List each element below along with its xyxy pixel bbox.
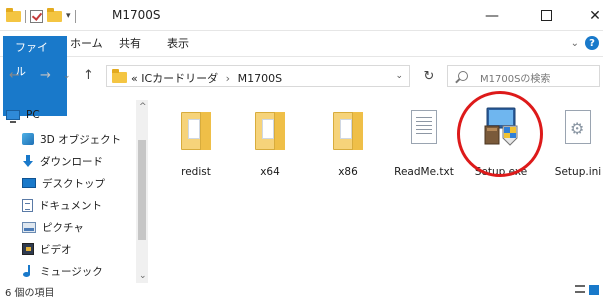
sidebar-item-label: ピクチャ (42, 221, 84, 234)
file-name: redist (181, 166, 211, 178)
maximize-button[interactable] (523, 0, 569, 31)
breadcrumb: « ICカードリーダ › M1700S (131, 70, 282, 86)
sidebar-item-label: PC (26, 109, 40, 121)
ribbon-tabs: ファイル ホーム 共有 表示 ⌄ ? (0, 32, 603, 116)
maximize-icon (540, 10, 552, 21)
text-document-icon (411, 110, 437, 144)
customize-quick-access-dropdown[interactable]: ▾ (66, 11, 71, 21)
file-item-setup-ini[interactable]: Setup.ini (546, 104, 603, 184)
tab-view[interactable]: 表示 (159, 32, 197, 56)
sidebar-item-label: 3D オブジェクト (40, 133, 122, 146)
settings-file-icon (565, 110, 591, 144)
breadcrumb-overflow[interactable]: « (131, 72, 138, 85)
file-item-setup-exe[interactable]: Setup.exe (469, 104, 533, 184)
sidebar-item-music[interactable]: ミュージック (22, 262, 103, 280)
sidebar-item-videos[interactable]: ビデオ (22, 240, 72, 258)
navigation-pane: PC 3D オブジェクト ダウンロード デスクトップ ドキュメント ピクチャ ビ… (0, 100, 148, 283)
navigation-bar: ← → ⌄ ↑ « ICカードリーダ › M1700S ⌄ ↻ M1700Sの検… (0, 58, 603, 94)
file-name: x86 (338, 166, 358, 178)
expand-ribbon-icon[interactable]: ⌄ (571, 38, 579, 49)
tab-home[interactable]: ホーム (62, 32, 111, 56)
installer-icon (484, 107, 518, 146)
tab-share[interactable]: 共有 (111, 32, 149, 56)
search-icon (458, 71, 468, 81)
3d-objects-icon (22, 133, 34, 145)
file-name: x64 (260, 166, 280, 178)
minimize-icon: — (485, 7, 499, 24)
quick-access-toolbar: ▾ (6, 7, 76, 24)
forward-button[interactable]: → (40, 68, 51, 83)
details-view-icon[interactable] (575, 285, 585, 293)
folder-icon (333, 112, 363, 150)
sidebar-item-downloads[interactable]: ダウンロード (22, 152, 103, 170)
sidebar-item-label: ダウンロード (40, 155, 103, 168)
sidebar-item-pictures[interactable]: ピクチャ (22, 218, 84, 236)
window-title: M1700S (112, 8, 161, 22)
close-button[interactable]: ✕ (572, 0, 603, 31)
search-placeholder: M1700Sの検索 (480, 74, 551, 85)
file-name: Setup.exe (474, 166, 528, 178)
breadcrumb-item[interactable]: ICカードリーダ (141, 72, 218, 85)
back-button[interactable]: ← (9, 68, 20, 83)
title-separator (74, 9, 76, 23)
file-item-readme[interactable]: ReadMe.txt (392, 104, 456, 184)
scroll-up-icon[interactable]: ^ (139, 102, 147, 112)
videos-icon (22, 243, 34, 255)
folder-icon (6, 7, 21, 22)
pictures-icon (22, 221, 36, 233)
scrollbar-thumb[interactable] (138, 140, 146, 240)
downloads-icon (22, 155, 34, 167)
status-bar: 6 個の項目 (0, 283, 603, 297)
view-switcher (575, 285, 599, 295)
large-icons-view-icon[interactable] (589, 285, 599, 295)
recent-locations-button[interactable]: ⌄ (63, 71, 71, 81)
sidebar-item-3d-objects[interactable]: 3D オブジェクト (22, 130, 121, 148)
title-bar: ▾ M1700S — ✕ (0, 0, 603, 31)
breadcrumb-separator[interactable]: › (226, 72, 230, 85)
folder-icon (181, 112, 211, 150)
file-list: redist x64 x86 ReadMe.txt Setup.exe Setu… (156, 100, 603, 283)
music-icon (22, 265, 34, 277)
address-bar[interactable]: « ICカードリーダ › M1700S ⌄ (106, 65, 410, 87)
folder-icon (255, 112, 285, 150)
desktop-icon (22, 178, 36, 188)
sidebar-item-label: ビデオ (40, 243, 72, 256)
sidebar-item-pc[interactable]: PC (6, 106, 40, 124)
search-input[interactable]: M1700Sの検索 (447, 65, 600, 87)
close-icon: ✕ (589, 7, 601, 24)
file-item-redist[interactable]: redist (164, 104, 228, 184)
sidebar-scrollbar[interactable]: ^ ⌄ (136, 100, 148, 283)
properties-icon[interactable] (30, 9, 43, 23)
up-button[interactable]: ↑ (83, 68, 94, 83)
address-dropdown-icon[interactable]: ⌄ (395, 71, 403, 81)
scroll-down-icon[interactable]: ⌄ (139, 271, 147, 281)
item-count: 6 個の項目 (5, 288, 55, 297)
documents-icon (22, 198, 33, 212)
help-icon[interactable]: ? (585, 36, 599, 50)
toolbar-separator (25, 9, 26, 23)
sidebar-item-label: ドキュメント (39, 199, 102, 212)
breadcrumb-item[interactable]: M1700S (238, 72, 282, 85)
file-item-x64[interactable]: x64 (238, 104, 302, 184)
file-name: Setup.ini (554, 166, 602, 178)
refresh-icon: ↻ (423, 68, 435, 84)
folder-icon (112, 69, 127, 83)
new-folder-icon[interactable] (47, 7, 62, 22)
sidebar-item-documents[interactable]: ドキュメント (22, 196, 102, 214)
ribbon-right-controls: ⌄ ? (571, 36, 599, 50)
refresh-button[interactable]: ↻ (418, 65, 440, 87)
sidebar-item-label: デスクトップ (42, 177, 105, 190)
pc-icon (6, 110, 20, 123)
sidebar-item-desktop[interactable]: デスクトップ (22, 174, 105, 192)
minimize-button[interactable]: — (469, 0, 515, 31)
sidebar-item-label: ミュージック (40, 265, 103, 278)
file-item-x86[interactable]: x86 (316, 104, 380, 184)
file-name: ReadMe.txt (394, 166, 454, 178)
